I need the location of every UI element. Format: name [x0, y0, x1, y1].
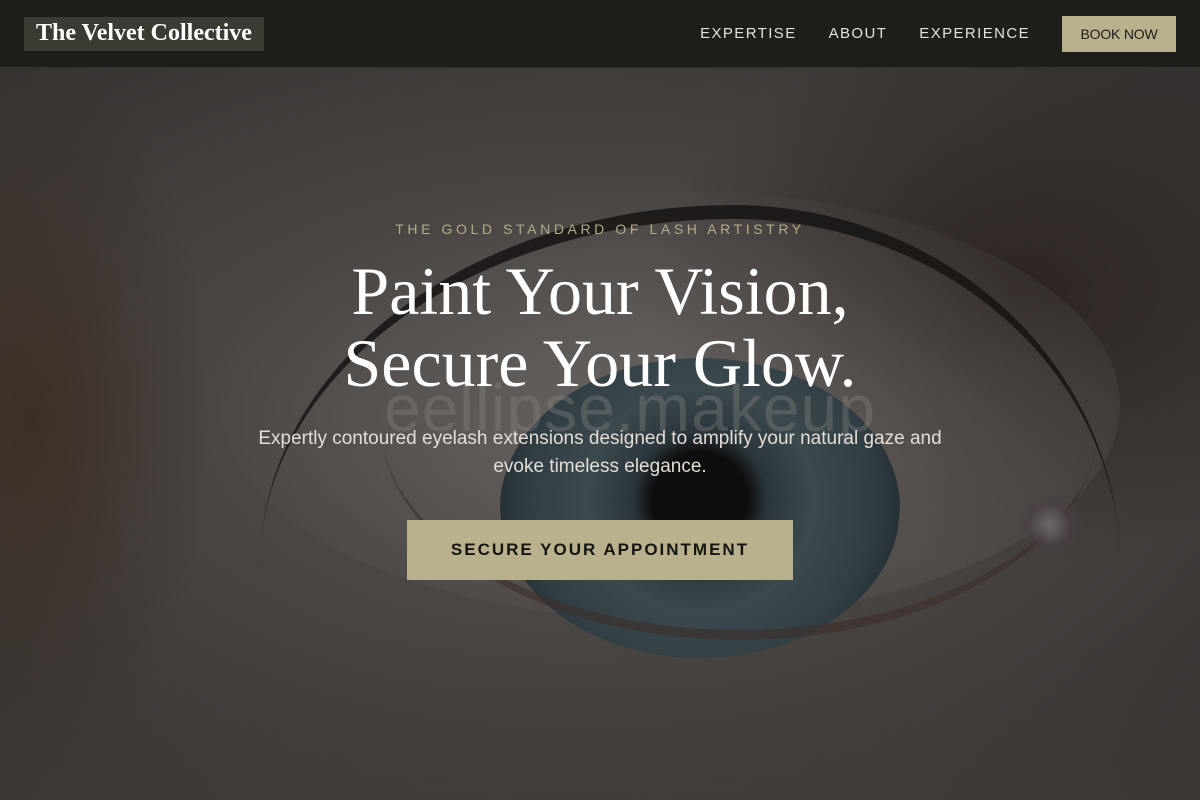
hero-section: eellipse.makeup THE GOLD STANDARD OF LAS… [0, 0, 1200, 800]
hero-headline: Paint Your Vision, Secure Your Glow. [0, 255, 1200, 399]
hero-subtext: Expertly contoured eyelash extensions de… [258, 428, 942, 477]
hero-eyebrow: THE GOLD STANDARD OF LASH ARTISTRY [395, 221, 805, 237]
secure-appointment-button[interactable]: SECURE YOUR APPOINTMENT [407, 520, 793, 580]
top-navbar: The Velvet Collective EXPERTISE ABOUT EX… [0, 0, 1200, 68]
brand-logo[interactable]: The Velvet Collective [24, 16, 264, 51]
nav-link-about[interactable]: ABOUT [829, 25, 888, 42]
hero-headline-line1: Paint Your Vision, [351, 253, 849, 329]
nav-link-experience[interactable]: EXPERIENCE [919, 25, 1030, 42]
nav-link-expertise[interactable]: EXPERTISE [700, 25, 797, 42]
hero-headline-line2: Secure Your Glow. [343, 325, 857, 401]
book-now-button[interactable]: BOOK NOW [1062, 15, 1176, 52]
main-nav: EXPERTISE ABOUT EXPERIENCE BOOK NOW [700, 15, 1176, 52]
